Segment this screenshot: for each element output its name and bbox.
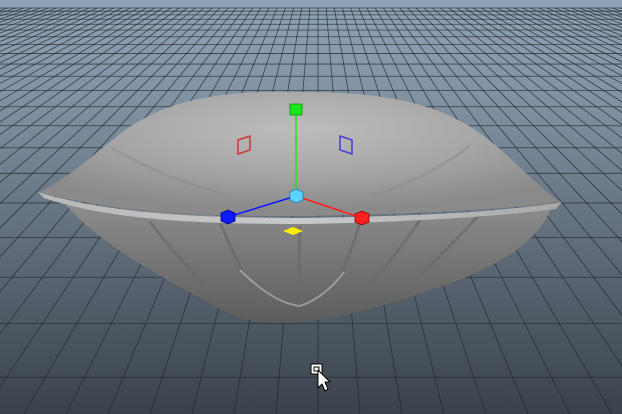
grid-line xyxy=(0,7,25,17)
grid-line xyxy=(0,7,8,11)
grid-line xyxy=(554,7,622,37)
pillow-mesh[interactable] xyxy=(38,91,562,324)
grid-line xyxy=(579,7,622,25)
grid-line xyxy=(0,7,49,27)
perspective-viewport[interactable] xyxy=(0,0,622,414)
grid-line xyxy=(0,7,57,30)
y-axis-handle[interactable] xyxy=(289,103,303,116)
grid-line xyxy=(0,7,41,23)
grid-line xyxy=(587,7,622,21)
grid-line xyxy=(0,7,65,34)
grid-line xyxy=(546,7,622,41)
x-axis-handle[interactable] xyxy=(354,210,370,226)
grid-line xyxy=(0,7,74,38)
center-handle[interactable] xyxy=(289,188,304,204)
z-axis-handle[interactable] xyxy=(220,209,236,225)
viewport-canvas[interactable] xyxy=(0,0,622,414)
